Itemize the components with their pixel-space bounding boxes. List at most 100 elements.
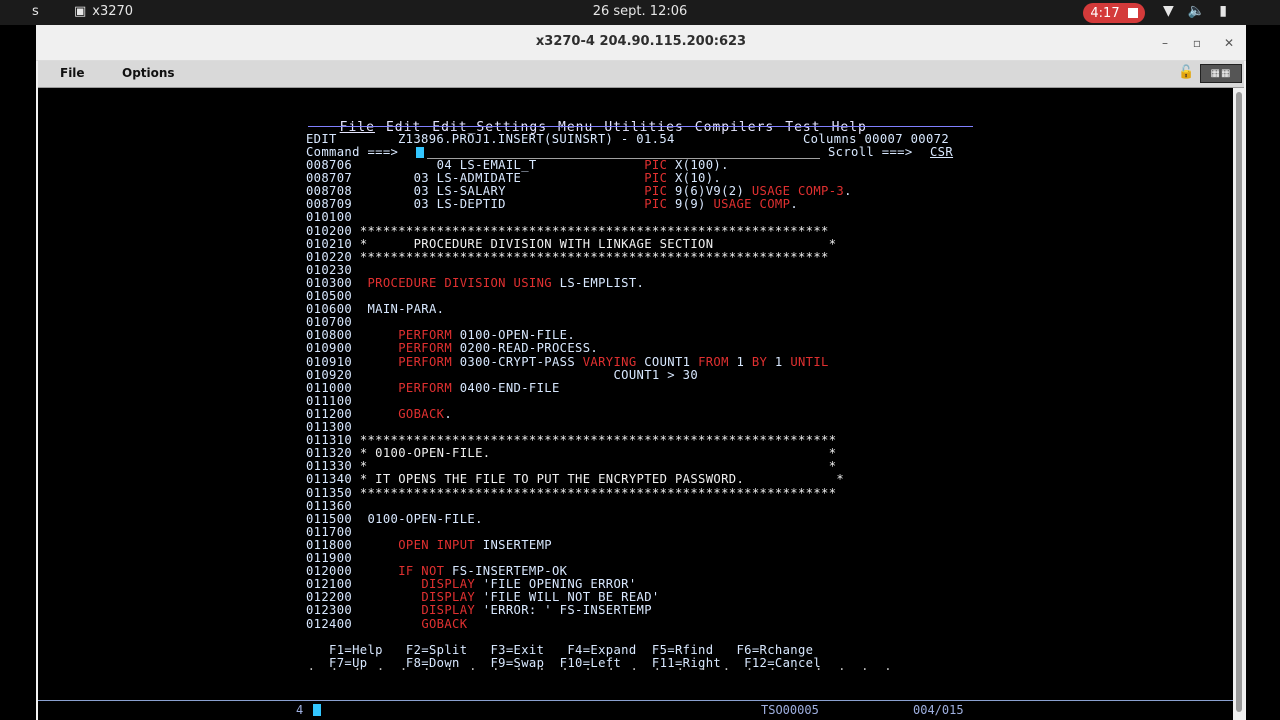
cobol-keyword: PIC xyxy=(644,171,668,186)
code-text: * * xyxy=(359,459,837,474)
line-number[interactable]: 012300 xyxy=(306,603,352,617)
oia-separator xyxy=(38,700,1233,701)
code-text: * 0100-OPEN-FILE. * xyxy=(359,446,837,461)
cobol-keyword: USAGE COMP-3 xyxy=(751,184,845,199)
cobol-keyword: DISPLAY xyxy=(421,590,476,605)
line-number[interactable]: 011000 xyxy=(306,381,352,395)
code-text: INSERTEMP xyxy=(475,537,552,552)
action-file[interactable]: File xyxy=(340,120,375,135)
cobol-keyword: PIC xyxy=(644,158,668,172)
keypad-icon[interactable]: ▦▦ xyxy=(1200,64,1242,83)
menu-options[interactable]: Options xyxy=(122,66,175,80)
line-number[interactable]: 010600 xyxy=(306,302,352,316)
code-text: ****************************************… xyxy=(359,249,829,264)
line-number[interactable]: 011350 xyxy=(306,486,352,500)
line-number[interactable]: 010230 xyxy=(306,263,352,277)
line-number[interactable]: 010900 xyxy=(306,341,352,355)
battery-icon: ▮ xyxy=(1219,3,1227,19)
lock-icon[interactable]: 🔓 xyxy=(1178,65,1196,82)
line-number[interactable]: 010500 xyxy=(306,289,352,303)
line-number[interactable]: 011310 xyxy=(306,433,352,447)
ispf-action-bar: File Edit Edit_Settings Menu Utilities Compil… xyxy=(322,105,878,135)
x3270-menubar: File Options 🔓 ▦▦ xyxy=(38,61,1244,88)
line-number[interactable]: 012200 xyxy=(306,590,352,604)
app-menu[interactable]: ▣ x3270 xyxy=(74,4,133,19)
cobol-keyword: PERFORM xyxy=(398,380,453,395)
volume-icon: 🔈 xyxy=(1187,3,1206,19)
line-number[interactable]: 012100 xyxy=(306,577,352,591)
line-number[interactable]: 011330 xyxy=(306,459,352,473)
line-number[interactable]: 010100 xyxy=(306,210,352,224)
edit-line[interactable]: 010220 *********************************… xyxy=(306,249,829,264)
code-text: * PROCEDURE DIVISION WITH LINKAGE SECTIO… xyxy=(359,236,837,251)
window-title: x3270-4 204.90.115.200:623 xyxy=(535,34,747,49)
line-number[interactable]: 010920 xyxy=(306,368,352,382)
line-number[interactable]: 008706 xyxy=(306,158,352,172)
line-number[interactable]: 012400 xyxy=(306,617,352,631)
cobol-keyword: PERFORM xyxy=(398,328,453,343)
line-number[interactable]: 011500 xyxy=(306,512,352,526)
oia-cursor-block xyxy=(313,704,321,716)
line-number[interactable]: 008708 xyxy=(306,184,352,198)
code-text: 0400-END-FILE xyxy=(452,380,560,395)
minimize-button[interactable]: – xyxy=(1154,32,1176,54)
cobol-keyword: BY xyxy=(751,354,768,369)
line-number[interactable]: 010910 xyxy=(306,355,352,369)
line-number[interactable]: 010210 xyxy=(306,237,352,251)
vertical-scrollbar[interactable] xyxy=(1233,88,1245,720)
window-titlebar[interactable]: x3270-4 204.90.115.200:623 – ▫ ✕ xyxy=(36,25,1246,61)
edit-line[interactable]: 012400 GOBACK xyxy=(306,617,467,631)
maximize-button[interactable]: ▫ xyxy=(1186,32,1208,54)
oia-connection-indicator: 4 xyxy=(296,703,304,717)
line-number[interactable]: 010800 xyxy=(306,328,352,342)
cobol-keyword: UNTIL xyxy=(790,354,829,369)
cobol-keyword: DISPLAY xyxy=(421,577,476,592)
line-number[interactable]: 011300 xyxy=(306,420,352,434)
line-number[interactable]: 011200 xyxy=(306,407,352,421)
code-text: . xyxy=(790,197,798,212)
line-number[interactable]: 012000 xyxy=(306,564,352,578)
code-text: 03 LS-ADMIDATE xyxy=(359,171,645,186)
cobol-keyword: PERFORM xyxy=(398,341,453,356)
cobol-keyword: PIC xyxy=(644,184,668,199)
code-text: 1 xyxy=(767,354,791,369)
close-button[interactable]: ✕ xyxy=(1218,32,1240,54)
line-number[interactable]: 011700 xyxy=(306,525,352,539)
line-number[interactable]: 011900 xyxy=(306,551,352,565)
scrollbar-thumb[interactable] xyxy=(1236,92,1242,712)
line-number[interactable]: 008709 xyxy=(306,197,352,211)
edit-line[interactable]: 011350 *********************************… xyxy=(306,486,836,500)
line-number[interactable]: 010300 xyxy=(306,276,352,290)
code-text: 9(6)V9(2) xyxy=(667,184,752,199)
code-text: 0200-READ-PROCESS. xyxy=(452,341,599,356)
line-number[interactable]: 010700 xyxy=(306,315,352,329)
line-number[interactable]: 008707 xyxy=(306,171,352,185)
line-number[interactable]: 011100 xyxy=(306,394,352,408)
cobol-keyword: PROCEDURE DIVISION USING xyxy=(367,275,552,290)
x3270-app-icon: ▣ xyxy=(74,4,87,19)
code-text: 0100-OPEN-FILE. xyxy=(452,328,576,343)
system-tray[interactable]: ▼ 🔈 ▮ xyxy=(1163,3,1227,19)
line-number[interactable]: 011320 xyxy=(306,446,352,460)
app-name: x3270 xyxy=(92,4,134,19)
scroll-label: Scroll ===> xyxy=(828,145,913,159)
screen-recording-indicator[interactable]: 4:17 xyxy=(1083,3,1145,23)
activities-fragment[interactable]: s xyxy=(32,4,39,19)
scroll-amount-field[interactable]: CSR xyxy=(930,145,953,159)
line-number[interactable]: 011360 xyxy=(306,499,352,513)
screen-border-dots: . . . . . . . . . . . . . . . . . . . . … xyxy=(300,659,892,673)
code-text: COUNT1 xyxy=(636,354,699,369)
action-compilers[interactable]: Compilers xyxy=(695,120,774,135)
line-number[interactable]: 011340 xyxy=(306,472,352,486)
line-number[interactable]: 010220 xyxy=(306,250,352,264)
line-number[interactable]: 011800 xyxy=(306,538,352,552)
menu-file[interactable]: File xyxy=(60,66,85,80)
edit-line[interactable]: 008709 03 LS-DEPTID PIC 9(9) USAGE COMP. xyxy=(306,198,798,211)
code-text: MAIN-PARA. xyxy=(359,302,445,317)
line-number[interactable]: 010200 xyxy=(306,224,352,238)
code-text: . xyxy=(444,406,453,421)
